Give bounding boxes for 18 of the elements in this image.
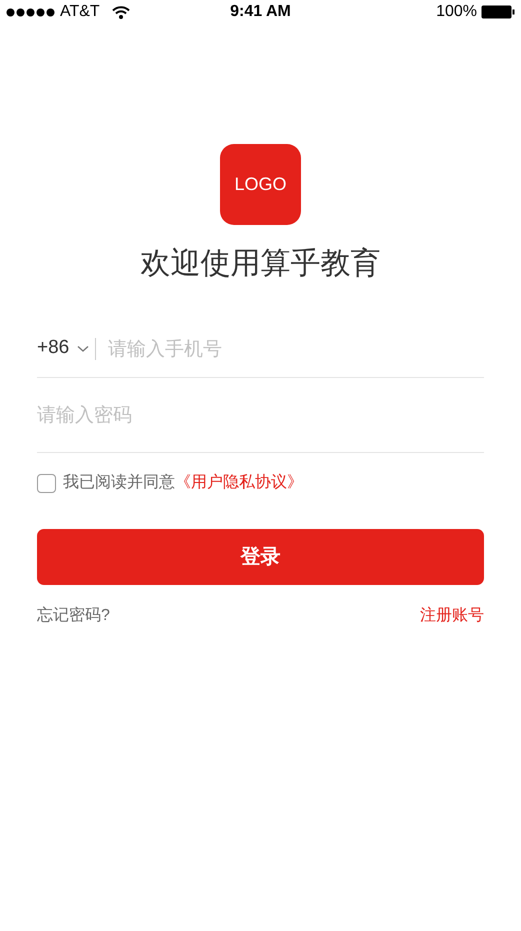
wifi-icon [112,6,130,18]
country-code[interactable]: +86 [37,334,70,363]
clock-time: 9:41 AM [230,2,291,22]
agreement-checkbox[interactable] [37,474,56,492]
register-link[interactable]: 注册账号 [420,604,484,628]
forgot-password-link[interactable]: 忘记密码? [37,604,110,628]
battery-icon [480,5,515,19]
login-button[interactable]: 登录 [37,529,484,585]
welcome-title: 欢迎使用算乎教育 [140,246,380,282]
carrier-name: AT&T [60,2,100,22]
privacy-policy-link[interactable]: 《用户隐私协议》 [175,471,303,495]
signal-icon [6,8,56,16]
battery-percent: 100% [436,2,477,22]
app-logo: LOGO [220,144,301,225]
agreement-text: 我已阅读并同意 [63,472,175,493]
password-input-field[interactable]: 请输入密码 [37,395,484,435]
chevron-down-icon[interactable] [77,344,90,352]
phone-input-field[interactable]: 请输入手机号 [108,328,484,368]
